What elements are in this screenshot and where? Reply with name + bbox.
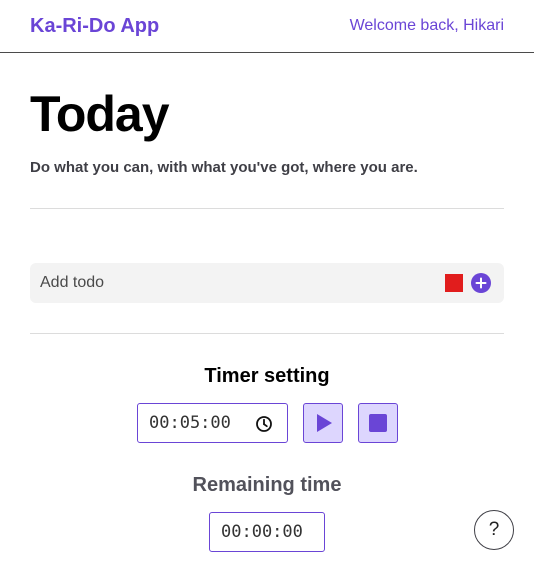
- remaining-time-display: 00:00:00: [209, 512, 325, 552]
- app-root: Ka-Ri-Do App Welcome back, Hikari Today …: [0, 0, 534, 570]
- divider: [30, 333, 504, 334]
- timer-setting-input[interactable]: 00:05:00: [137, 403, 288, 443]
- page-subtitle: Do what you can, with what you've got, w…: [30, 159, 418, 176]
- timer-setting-value: 00:05:00: [149, 413, 231, 433]
- remaining-time-heading: Remaining time: [192, 474, 342, 496]
- timer-setting-heading: Timer setting: [204, 365, 330, 387]
- plus-circle-icon: [475, 277, 487, 289]
- top-nav: Ka-Ri-Do App Welcome back, Hikari: [0, 0, 534, 53]
- clock-icon[interactable]: [255, 415, 273, 433]
- add-todo-button[interactable]: [471, 273, 491, 293]
- timer-stop-button[interactable]: [358, 403, 398, 443]
- timer-start-button[interactable]: [303, 403, 343, 443]
- welcome-message: Welcome back, Hikari: [349, 17, 504, 34]
- app-logo-text[interactable]: Ka-Ri-Do App: [30, 15, 159, 38]
- divider: [30, 208, 504, 209]
- help-button[interactable]: ?: [474, 510, 514, 550]
- todo-color-picker[interactable]: [445, 274, 463, 292]
- play-icon: [317, 414, 332, 432]
- page-title: Today: [30, 86, 170, 142]
- add-todo-bar: [30, 263, 504, 303]
- stop-icon: [369, 414, 387, 432]
- add-todo-input[interactable]: [30, 263, 430, 303]
- remaining-time-value: 00:00:00: [221, 522, 303, 542]
